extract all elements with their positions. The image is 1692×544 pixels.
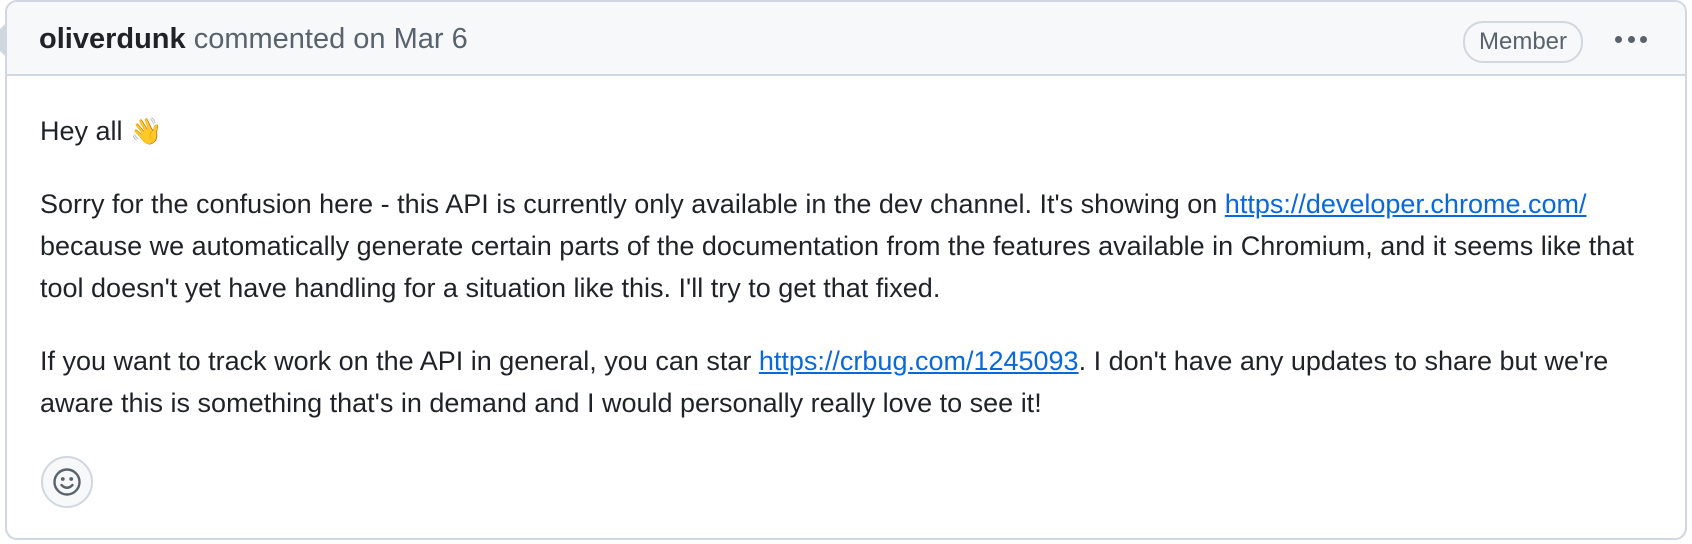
comment-paragraph-3: If you want to track work on the API in … xyxy=(40,340,1660,424)
comment-paragraph-greeting: Hey all 👋 xyxy=(40,110,1660,152)
paragraph-2-text-1: Sorry for the confusion here - this API … xyxy=(40,189,1225,219)
smiley-icon xyxy=(53,468,81,496)
comment-author-link[interactable]: oliverdunk xyxy=(39,23,186,55)
member-role-badge: Member xyxy=(1463,21,1584,63)
comment-caret xyxy=(0,24,5,56)
comment-box: oliverdunk commented on Mar 6 Member Hey… xyxy=(5,0,1687,540)
kebab-dot xyxy=(1627,35,1635,43)
comment-timestamp[interactable]: commented on Mar 6 xyxy=(194,23,468,55)
comment-body: Hey all 👋 Sorry for the confusion here -… xyxy=(40,110,1660,424)
kebab-horizontal-icon xyxy=(1615,35,1622,43)
comment-paragraph-2: Sorry for the confusion here - this API … xyxy=(40,183,1660,309)
paragraph-3-text-1: If you want to track work on the API in … xyxy=(40,346,759,376)
crbug-link[interactable]: https://crbug.com/1245093 xyxy=(759,346,1079,376)
comment-header-text: oliverdunk commented on Mar 6 xyxy=(39,21,468,57)
paragraph-2-text-2: because we automatically generate certai… xyxy=(40,231,1634,303)
comment-options-button[interactable] xyxy=(1611,22,1651,56)
add-reaction-button[interactable] xyxy=(41,456,93,508)
waving-hand-icon: 👋 xyxy=(130,116,163,146)
developer-chrome-link[interactable]: https://developer.chrome.com/ xyxy=(1225,189,1587,219)
greeting-text: Hey all xyxy=(40,116,123,146)
comment-header: oliverdunk commented on Mar 6 Member xyxy=(7,2,1685,76)
kebab-dot xyxy=(1640,35,1647,43)
comment-action-text[interactable]: commented on Mar 6 xyxy=(194,23,468,55)
